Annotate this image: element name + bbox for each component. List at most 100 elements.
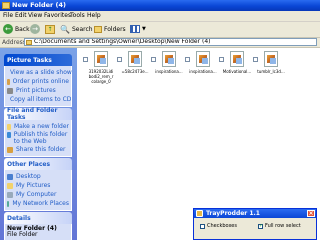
full-row-select-label: Full row select	[265, 223, 301, 229]
menu-edit[interactable]: Edit	[15, 12, 27, 20]
close-icon[interactable]: ×	[307, 210, 315, 217]
my-pictures-link[interactable]: My Pictures	[7, 181, 69, 190]
menu-bar: File Edit View Favorites Tools Help	[0, 11, 320, 22]
view-slideshow-label: View as a slide show	[10, 69, 72, 76]
trayprodder-title-bar[interactable]: TrayProdder 1.1 ×	[194, 209, 316, 218]
order-prints-link[interactable]: Order prints online	[7, 77, 69, 86]
print-pictures-label: Print pictures	[16, 87, 56, 94]
file-folder-tasks-header[interactable]: File and Folder Tasks	[4, 107, 72, 121]
desktop-label: Desktop	[16, 173, 41, 180]
checkboxes-option[interactable]: Checkboxes	[200, 223, 237, 229]
folder-icon	[2, 2, 10, 9]
forward-button[interactable]: →	[30, 23, 40, 35]
publish-web-link[interactable]: Publish this folder to the Web	[7, 131, 69, 145]
picture-tasks-title: Picture Tasks	[7, 56, 52, 64]
checkboxes-label: Checkboxes	[207, 223, 237, 229]
order-prints-label: Order prints online	[12, 78, 69, 85]
details-header[interactable]: Details	[4, 212, 72, 224]
file-checkbox[interactable]	[185, 57, 190, 62]
copy-to-cd-label: Copy all items to CD	[10, 96, 72, 103]
image-file-icon	[162, 51, 176, 67]
copy-to-cd-link[interactable]: Copy all items to CD	[7, 95, 72, 104]
window-title-bar[interactable]: New Folder (4)	[0, 0, 320, 11]
picture-tasks-header[interactable]: Picture Tasks	[4, 54, 72, 66]
view-slideshow-link[interactable]: View as a slide show	[7, 68, 72, 77]
file-name: inspirationa...	[155, 69, 183, 74]
desktop-icon	[7, 173, 13, 180]
address-label: Address	[2, 39, 26, 46]
search-button[interactable]: 🔍 Search	[60, 23, 93, 35]
forward-arrow-icon: →	[30, 24, 40, 34]
folder-icon	[26, 40, 32, 45]
file-name: inspirationa...	[189, 69, 217, 74]
file-checkbox[interactable]	[117, 57, 122, 62]
globe-icon	[7, 132, 11, 138]
share-icon	[7, 146, 13, 153]
menu-favorites[interactable]: Favorites	[44, 12, 71, 20]
new-folder-icon	[7, 123, 11, 130]
window-title: New Folder (4)	[12, 1, 66, 9]
toolbar: ← Back → ↑ 🔍 Search Folders ▼	[0, 22, 320, 38]
file-checkbox[interactable]	[219, 57, 224, 62]
other-places-panel: Other Places Desktop My Pictures My Comp…	[4, 158, 72, 211]
my-network-places-link[interactable]: My Network Places	[7, 199, 69, 208]
my-computer-link[interactable]: My Computer	[7, 190, 69, 199]
print-pictures-link[interactable]: Print pictures	[7, 86, 69, 95]
full-row-select-checkbox[interactable]: ✓	[258, 223, 263, 229]
details-panel: Details New Folder (4) File Folder	[4, 212, 72, 241]
picture-tasks-panel: Picture Tasks View as a slide show Order…	[4, 54, 72, 107]
make-new-folder-link[interactable]: Make a new folder	[7, 122, 69, 131]
printer-icon	[7, 87, 13, 94]
image-file-icon	[230, 51, 244, 67]
trayprodder-title: TrayProdder 1.1	[206, 210, 260, 217]
folder-up-icon: ↑	[45, 24, 55, 34]
trayprodder-icon	[196, 210, 203, 217]
views-button[interactable]: ▼	[130, 23, 146, 35]
share-folder-label: Share this folder	[16, 146, 66, 153]
image-file-icon	[128, 51, 142, 67]
image-file-icon	[264, 51, 278, 67]
file-folder-tasks-panel: File and Folder Tasks Make a new folder …	[4, 107, 72, 157]
file-name: tumblr_lc3d...	[257, 69, 285, 74]
network-icon	[7, 200, 10, 207]
publish-web-label: Publish this folder to the Web	[13, 131, 68, 145]
file-folder-tasks-title: File and Folder Tasks	[7, 107, 58, 121]
share-folder-link[interactable]: Share this folder	[7, 145, 69, 154]
task-pane: Picture Tasks View as a slide show Order…	[0, 48, 77, 241]
desktop-link[interactable]: Desktop	[7, 172, 69, 181]
back-arrow-icon: ←	[3, 24, 13, 34]
file-checkbox[interactable]	[253, 57, 258, 62]
menu-view[interactable]: View	[28, 12, 42, 20]
order-prints-icon	[7, 78, 10, 85]
details-title: Details	[7, 214, 31, 222]
file-name: 3192032Lidi bodi2_rem_r colarge_0	[88, 69, 114, 84]
back-button[interactable]: ← Back	[3, 23, 30, 35]
up-button[interactable]: ↑	[45, 23, 55, 35]
file-checkbox[interactable]	[151, 57, 156, 62]
my-pictures-label: My Pictures	[16, 182, 51, 189]
menu-file[interactable]: File	[3, 12, 13, 20]
folders-label: Folders	[104, 25, 126, 33]
other-places-title: Other Places	[7, 160, 51, 168]
other-places-header[interactable]: Other Places	[4, 158, 72, 170]
chevron-down-icon: ▼	[142, 26, 146, 32]
file-name: =58c2473e...	[121, 69, 149, 74]
image-file-icon	[94, 51, 108, 67]
details-type: File Folder	[7, 231, 38, 238]
full-row-select-option[interactable]: ✓ Full row select	[258, 223, 301, 229]
menu-help[interactable]: Help	[87, 12, 101, 20]
trayprodder-window[interactable]: TrayProdder 1.1 × Checkboxes ✓ Full row …	[193, 208, 317, 240]
file-name: Motivational...	[222, 69, 252, 74]
file-checkbox[interactable]	[83, 57, 88, 62]
views-icon	[130, 25, 140, 33]
make-new-folder-label: Make a new folder	[13, 123, 69, 130]
menu-tools[interactable]: Tools	[70, 12, 85, 20]
folders-button[interactable]: Folders	[94, 23, 126, 35]
my-network-places-label: My Network Places	[12, 200, 69, 207]
my-computer-label: My Computer	[16, 191, 57, 198]
checkboxes-checkbox[interactable]	[200, 223, 205, 229]
image-file-icon	[196, 51, 210, 67]
folders-icon	[94, 25, 102, 33]
address-input[interactable]: C:\Documents and Settings\Owner\Desktop\…	[24, 38, 317, 46]
address-path: C:\Documents and Settings\Owner\Desktop\…	[34, 38, 211, 45]
